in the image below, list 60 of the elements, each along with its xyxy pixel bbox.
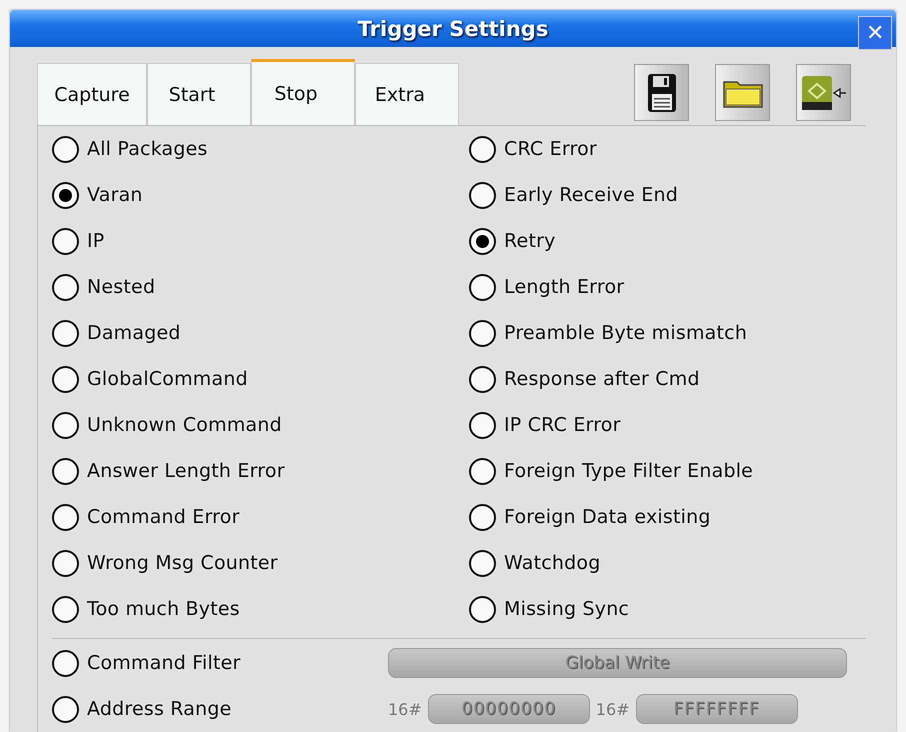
radio-button[interactable]	[52, 274, 79, 300]
radio-button[interactable]	[52, 412, 79, 438]
option-label: Varan	[87, 184, 143, 206]
option-label: Too much Bytes	[87, 598, 240, 620]
radio-button[interactable]	[52, 596, 79, 622]
option-label: Command Filter	[87, 652, 241, 674]
module-arrow-icon	[800, 74, 846, 110]
option-label: Unknown Command	[87, 414, 282, 436]
radio-button[interactable]	[469, 550, 496, 576]
hex-prefix: 16#	[388, 700, 422, 718]
option-label: Missing Sync	[504, 598, 630, 620]
radio-button[interactable]	[469, 182, 496, 208]
window-title: Trigger Settings	[358, 16, 548, 40]
tab[interactable]: Stop	[251, 59, 355, 125]
option-label: Command Error	[87, 506, 240, 528]
radio-button[interactable]	[52, 650, 79, 676]
option-label: IP	[87, 230, 104, 252]
option-label: Watchdog	[504, 552, 600, 574]
option-label: Address Range	[87, 698, 232, 720]
radio-button[interactable]	[52, 320, 79, 346]
radio-button[interactable]	[469, 458, 496, 484]
radio-button[interactable]	[52, 696, 79, 722]
option-label: Nested	[87, 276, 156, 298]
radio-button[interactable]	[469, 412, 496, 438]
option-label: Foreign Data existing	[504, 506, 711, 528]
option-label: CRC Error	[504, 138, 597, 160]
radio-button[interactable]	[469, 504, 496, 530]
radio-button[interactable]	[469, 228, 496, 254]
option-label: Preamble Byte mismatch	[504, 322, 748, 344]
import-button[interactable]	[796, 64, 851, 121]
radio-button[interactable]	[469, 596, 496, 622]
tab[interactable]: Start	[147, 63, 251, 125]
option-label: GlobalCommand	[87, 368, 248, 390]
radio-button[interactable]	[52, 550, 79, 576]
radio-button[interactable]	[52, 504, 79, 530]
radio-button[interactable]	[469, 366, 496, 392]
radio-button[interactable]	[469, 136, 496, 162]
option-label: Retry	[504, 230, 556, 252]
option-label: IP CRC Error	[504, 414, 621, 436]
radio-button[interactable]	[52, 182, 79, 208]
radio-button[interactable]	[52, 366, 79, 392]
tab[interactable]: Extra	[355, 63, 459, 125]
option-label: Damaged	[87, 322, 181, 344]
tab[interactable]: Capture	[37, 63, 147, 125]
hex-prefix: 16#	[596, 700, 630, 718]
radio-button[interactable]	[52, 228, 79, 254]
option-label: Length Error	[504, 276, 624, 298]
save-button[interactable]	[634, 64, 689, 121]
radio-button[interactable]	[469, 274, 496, 300]
radio-button[interactable]	[469, 320, 496, 346]
option-label: Early Receive End	[504, 184, 678, 206]
open-button[interactable]	[715, 64, 770, 121]
option-label: Response after Cmd	[504, 368, 700, 390]
option-label: Answer Length Error	[87, 460, 285, 482]
radio-button[interactable]	[52, 136, 79, 162]
option-label: Foreign Type Filter Enable	[504, 460, 754, 482]
radio-button[interactable]	[52, 458, 79, 484]
option-label: Wrong Msg Counter	[87, 552, 278, 574]
close-button[interactable]: ✕	[858, 16, 892, 50]
option-label: All Packages	[87, 138, 208, 160]
